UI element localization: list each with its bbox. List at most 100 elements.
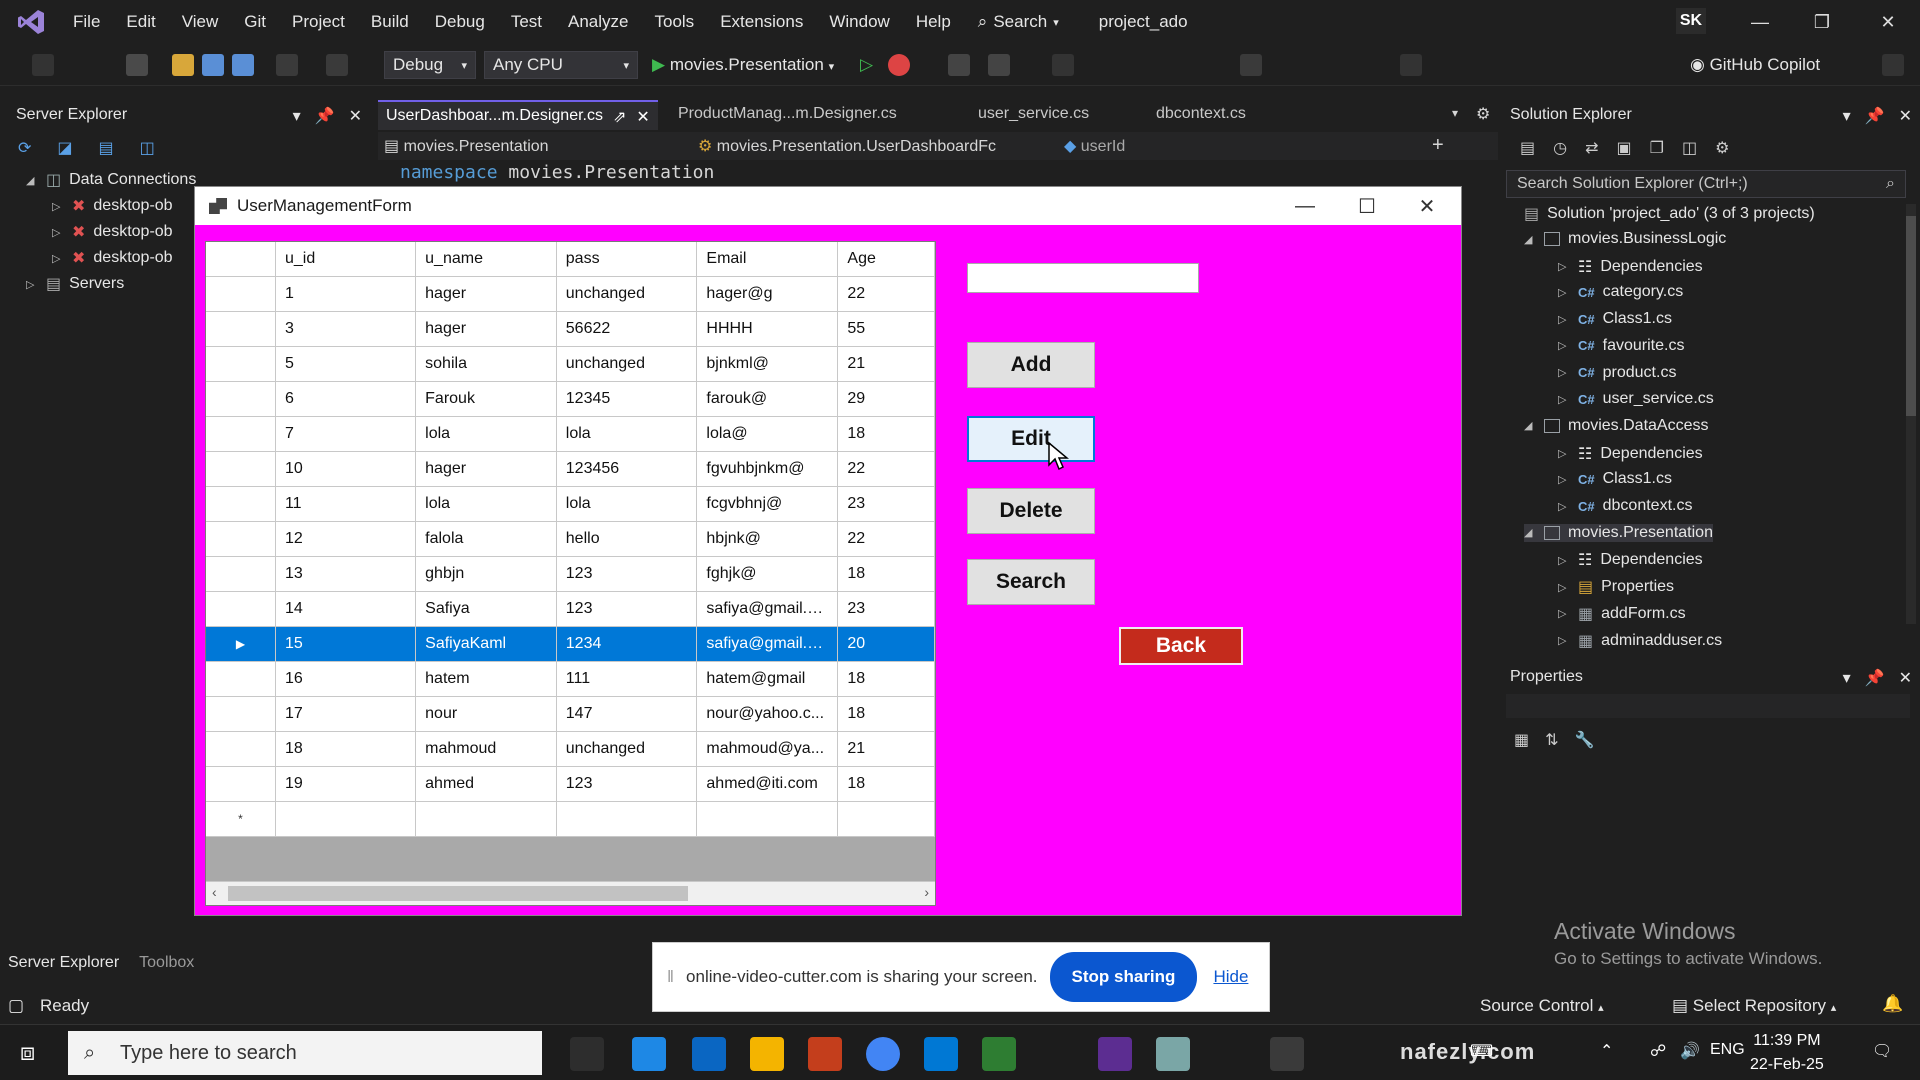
- menu-debug[interactable]: Debug: [422, 12, 498, 32]
- table-cell[interactable]: hager@g: [696, 276, 839, 312]
- close-icon[interactable]: ✕: [349, 106, 362, 125]
- new-row[interactable]: *: [206, 801, 935, 837]
- table-cell[interactable]: [275, 801, 417, 837]
- table-cell[interactable]: 56622: [556, 311, 698, 347]
- collapse-icon[interactable]: ▷: [1558, 447, 1570, 460]
- table-cell[interactable]: 16: [275, 661, 417, 697]
- table-cell[interactable]: fghjk@: [696, 556, 839, 592]
- collapse-icon[interactable]: ▷: [1558, 500, 1570, 513]
- solution-item[interactable]: ▷ ▤ Properties: [1558, 577, 1674, 597]
- column-header[interactable]: u_name: [415, 242, 557, 277]
- menu-edit[interactable]: Edit: [113, 12, 168, 32]
- table-cell[interactable]: safiya@gmail.c...: [696, 626, 839, 662]
- column-header[interactable]: u_id: [275, 242, 417, 277]
- table-cell[interactable]: 123: [556, 591, 698, 627]
- back-nav-icon[interactable]: [32, 54, 54, 76]
- table-row[interactable]: 13 ghbjn 123 fghjk@ 18: [206, 556, 935, 592]
- nav-class-dropdown[interactable]: ⚙ movies.Presentation.UserDashboardFc: [698, 136, 996, 156]
- menu-build[interactable]: Build: [358, 12, 422, 32]
- tree-connection[interactable]: ▷ ✖ desktop-ob: [52, 196, 173, 216]
- table-cell[interactable]: mahmoud: [415, 731, 557, 767]
- expand-icon[interactable]: ◢: [1524, 419, 1536, 432]
- table-cell[interactable]: 123: [556, 766, 698, 802]
- table-cell[interactable]: 23: [837, 591, 935, 627]
- scrollbar[interactable]: [1906, 204, 1916, 624]
- minimize-icon[interactable]: —: [1279, 191, 1331, 221]
- collapse-icon[interactable]: ▷: [1558, 286, 1570, 299]
- collapse-icon[interactable]: ▷: [1558, 260, 1570, 273]
- solution-item[interactable]: ◢ movies.BusinessLogic: [1524, 230, 1726, 248]
- table-cell[interactable]: 1234: [556, 626, 698, 662]
- scrollbar-thumb[interactable]: [228, 886, 688, 901]
- switch-views-icon[interactable]: ▤: [1520, 138, 1535, 158]
- close-icon[interactable]: ✕: [1868, 6, 1908, 38]
- delete-button[interactable]: Delete: [967, 488, 1095, 534]
- table-cell[interactable]: 111: [556, 661, 698, 697]
- chrome-icon[interactable]: [866, 1037, 900, 1071]
- table-cell[interactable]: ahmed: [415, 766, 557, 802]
- alphabetical-icon[interactable]: ⇅: [1545, 730, 1558, 750]
- table-cell[interactable]: 123: [556, 556, 698, 592]
- close-icon[interactable]: ✕: [1899, 668, 1912, 687]
- table-cell[interactable]: lola: [415, 486, 557, 522]
- table-cell[interactable]: hello: [556, 521, 698, 557]
- start-debug-button[interactable]: ▶ movies.Presentation ▾: [652, 55, 834, 75]
- column-header[interactable]: pass: [556, 242, 698, 277]
- menu-window[interactable]: Window: [816, 12, 902, 32]
- solution-item[interactable]: ▷ ☷ Dependencies: [1558, 444, 1703, 464]
- table-cell[interactable]: hbjnk@: [696, 521, 839, 557]
- table-cell[interactable]: 11: [275, 486, 417, 522]
- table-cell[interactable]: Farouk: [415, 381, 557, 417]
- solution-item[interactable]: ◢ movies.Presentation: [1524, 523, 1713, 542]
- row-header[interactable]: [206, 451, 276, 487]
- global-search-button[interactable]: ⌕ Search ▾: [978, 12, 1059, 32]
- table-cell[interactable]: 18: [837, 556, 935, 592]
- notepad-icon[interactable]: [1156, 1037, 1190, 1071]
- menu-view[interactable]: View: [169, 12, 232, 32]
- close-icon[interactable]: ✕: [636, 107, 649, 126]
- search-button[interactable]: Search: [967, 559, 1095, 605]
- collapse-icon[interactable]: ▷: [1558, 554, 1570, 567]
- taskbar-search-input[interactable]: ⌕ Type here to search: [68, 1031, 542, 1075]
- tab-dbcontext[interactable]: dbcontext.cs: [1148, 100, 1254, 130]
- tab-toolbox[interactable]: Toolbox: [139, 954, 194, 978]
- nav-project-dropdown[interactable]: ▤ movies.Presentation: [384, 136, 549, 156]
- table-cell[interactable]: 21: [837, 346, 935, 382]
- table-cell[interactable]: 13: [275, 556, 417, 592]
- solution-item[interactable]: ▷ ☷ Dependencies: [1558, 550, 1703, 570]
- column-header[interactable]: Email: [696, 242, 839, 277]
- filter-icon[interactable]: ◫: [1682, 138, 1697, 158]
- table-cell[interactable]: 22: [837, 521, 935, 557]
- expand-icon[interactable]: ◢: [1524, 233, 1536, 246]
- table-cell[interactable]: 147: [556, 696, 698, 732]
- collapse-icon[interactable]: ▷: [1558, 473, 1570, 486]
- table-cell[interactable]: nour@yahoo.c...: [696, 696, 839, 732]
- collapse-icon[interactable]: ▷: [1558, 313, 1570, 326]
- table-cell[interactable]: safiya@gmail.c...: [696, 591, 839, 627]
- row-header[interactable]: [206, 696, 276, 732]
- table-cell[interactable]: 55: [837, 311, 935, 347]
- table-cell[interactable]: 15: [275, 626, 417, 662]
- collapse-icon[interactable]: ▷: [1558, 339, 1570, 352]
- column-header[interactable]: Age: [837, 242, 935, 277]
- collapse-all-icon[interactable]: ▣: [1617, 138, 1632, 158]
- tree-connection[interactable]: ▷ ✖ desktop-ob: [52, 248, 173, 268]
- table-cell[interactable]: 22: [837, 276, 935, 312]
- tree-data-connections[interactable]: ◢ ◫ Data Connections: [26, 170, 196, 190]
- properties-object-select[interactable]: [1506, 694, 1910, 718]
- show-all-files-icon[interactable]: ❐: [1650, 138, 1664, 158]
- table-cell[interactable]: fcgvbhnj@: [696, 486, 839, 522]
- wrench-icon[interactable]: 🔧: [1575, 730, 1595, 750]
- collapse-icon[interactable]: ▷: [1558, 366, 1570, 379]
- chevron-down-icon[interactable]: ▾: [1843, 106, 1851, 125]
- visual-studio-icon[interactable]: [1098, 1037, 1132, 1071]
- table-row[interactable]: 6 Farouk 12345 farouk@ 29: [206, 381, 935, 417]
- select-repository-button[interactable]: ▤ Select Repository ▴: [1672, 996, 1836, 1016]
- solution-item[interactable]: ▷ C# category.cs: [1558, 283, 1683, 301]
- table-row[interactable]: 3 hager 56622 HHHH 55: [206, 311, 935, 347]
- tray-chevron-up-icon[interactable]: ⌃: [1600, 1041, 1613, 1061]
- close-icon[interactable]: ✕: [1899, 106, 1912, 125]
- file-explorer-icon[interactable]: [750, 1037, 784, 1071]
- table-cell[interactable]: hager: [415, 276, 557, 312]
- save-icon[interactable]: [202, 54, 224, 76]
